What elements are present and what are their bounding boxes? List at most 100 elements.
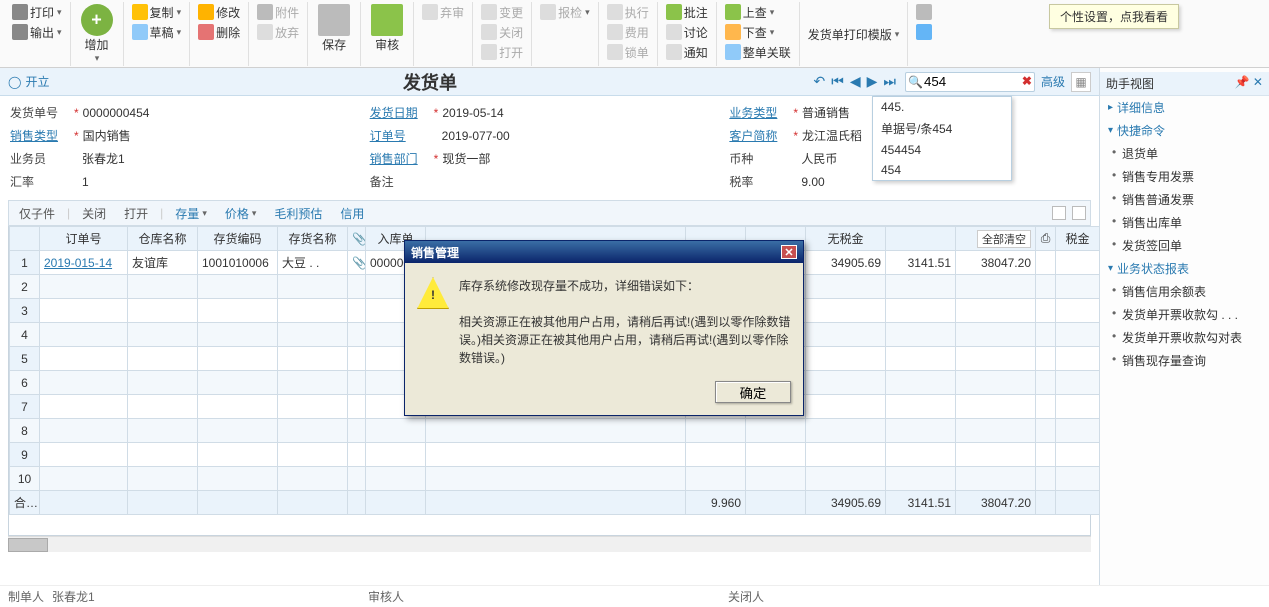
submit-icon [540, 4, 556, 20]
biz-label[interactable]: 业务类型 [729, 104, 789, 121]
panel-item[interactable]: 发货单开票收款勾对表 [1100, 326, 1269, 349]
status-badge: ◯ 开立 [8, 73, 49, 90]
discuss-button[interactable]: 讨论 [662, 23, 712, 42]
audit-button[interactable]: 审核 [365, 2, 409, 55]
table-row[interactable]: 8 [10, 419, 1100, 443]
suggestion-item[interactable]: 454454 [873, 140, 1011, 160]
saletype-label[interactable]: 销售类型 [10, 127, 70, 144]
search-box: 🔍 ✖ [905, 72, 1035, 92]
discard-button[interactable]: 放弃 [253, 23, 303, 42]
attach-button[interactable]: 附件 [253, 3, 303, 22]
refresh-button[interactable] [912, 23, 936, 41]
grid-tool-1[interactable] [1052, 206, 1066, 220]
panel-item[interactable]: 退货单 [1100, 142, 1269, 165]
panel-item[interactable]: 销售普通发票 [1100, 188, 1269, 211]
col-wh[interactable]: 仓库名称 [128, 227, 198, 251]
table-row[interactable]: 10 [10, 467, 1100, 491]
dialog-title: 销售管理 [411, 244, 459, 261]
col-name[interactable]: 存货名称 [278, 227, 348, 251]
change-button[interactable]: 变更 [477, 3, 527, 22]
relate-button[interactable]: 整单关联 [721, 43, 795, 62]
up-button[interactable]: 上查▾ [721, 3, 779, 22]
suggestion-item[interactable]: 445. [873, 97, 1011, 117]
advanced-link[interactable]: 高级 [1041, 73, 1065, 90]
col-rownum[interactable] [10, 227, 40, 251]
exec-button[interactable]: 执行 [603, 3, 653, 22]
print-button[interactable]: 打印▾ [8, 3, 66, 22]
col-net[interactable]: 无税金 [806, 227, 886, 251]
section-detail[interactable]: 详细信息 [1100, 96, 1269, 119]
clear-all-button[interactable]: 全部清空 [977, 230, 1031, 248]
search-input[interactable] [905, 72, 1035, 92]
notify-button[interactable]: 通知 [662, 43, 712, 62]
prev-button[interactable]: ◀ [847, 73, 864, 90]
col-order[interactable]: 订单号 [40, 227, 128, 251]
clear-search-button[interactable]: ✖ [1022, 74, 1032, 88]
copy-button[interactable]: 复制▾ [128, 3, 186, 22]
down-button[interactable]: 下查▾ [721, 23, 779, 42]
cust-label[interactable]: 客户简称 [729, 127, 789, 144]
col-code[interactable]: 存货编码 [198, 227, 278, 251]
pin-icon[interactable]: 📌 ✕ [1235, 75, 1263, 92]
curr-value: 人民币 [801, 150, 837, 167]
delete-button[interactable]: 删除 [194, 23, 244, 42]
table-row[interactable]: 9 [10, 443, 1100, 467]
submit-button[interactable]: 报检▾ [536, 3, 594, 22]
edit-button[interactable]: 修改 [194, 3, 244, 22]
section-quick[interactable]: 快捷命令 [1100, 119, 1269, 142]
col-attach[interactable]: 📎 [348, 227, 366, 251]
dept-label[interactable]: 销售部门 [370, 150, 430, 167]
relate-icon [725, 44, 741, 60]
suggestion-item[interactable]: 单据号/条454 [873, 117, 1011, 140]
col-total[interactable]: 全部清空 [956, 227, 1036, 251]
panel-item[interactable]: 销售出库单 [1100, 211, 1269, 234]
next-button[interactable]: ▶ [864, 73, 881, 90]
abandon-button[interactable]: 弃审 [418, 3, 468, 22]
save-button[interactable]: 保存 [312, 2, 356, 55]
open-button[interactable]: 打开 [477, 43, 527, 62]
approve-button[interactable]: 批注 [662, 3, 712, 22]
grid-close-button[interactable]: 关闭 [76, 203, 112, 224]
grid-tool-2[interactable] [1072, 206, 1086, 220]
section-report[interactable]: 业务状态报表 [1100, 257, 1269, 280]
horizontal-scrollbar[interactable] [8, 536, 1091, 552]
panel-item[interactable]: 发货单开票收款勾 . . . [1100, 303, 1269, 326]
panel-item[interactable]: 销售专用发票 [1100, 165, 1269, 188]
dialog-message: 库存系统修改现存量不成功，详细错误如下： 相关资源正在被其他用户占用，请稍后再试… [459, 277, 791, 367]
close-icon [481, 24, 497, 40]
attach-icon [257, 4, 273, 20]
order-label[interactable]: 订单号 [370, 127, 430, 144]
credit-button[interactable]: 信用 [334, 203, 370, 224]
settings-button[interactable] [912, 3, 936, 21]
undo-button[interactable]: ↶ [810, 73, 828, 90]
col-tax[interactable]: 税金 [1056, 227, 1100, 251]
panel-item[interactable]: 销售信用余额表 [1100, 280, 1269, 303]
lock-button[interactable]: 锁单 [603, 43, 653, 62]
first-button[interactable]: ⏮ [828, 73, 847, 90]
suggestion-item[interactable]: 454 [873, 160, 1011, 180]
col-z[interactable]: ⎙ [1036, 227, 1056, 251]
output-button[interactable]: 输出▾ [8, 23, 66, 42]
calendar-button[interactable]: ▦ [1071, 72, 1091, 92]
ok-button[interactable]: 确定 [715, 381, 791, 403]
template-select[interactable]: 发货单打印模版▾ [804, 25, 904, 44]
price-button[interactable]: 价格 ▾ [219, 203, 263, 224]
dialog-close-button[interactable]: ✕ [781, 245, 797, 259]
up-icon [725, 4, 741, 20]
grid-open-button[interactable]: 打开 [118, 203, 154, 224]
gross-button[interactable]: 毛利预估 [268, 203, 328, 224]
close-button[interactable]: 关闭 [477, 23, 527, 42]
only-child-button[interactable]: 仅子件 [13, 203, 61, 224]
date-label[interactable]: 发货日期 [370, 104, 430, 121]
stock-button[interactable]: 存量 ▾ [169, 203, 213, 224]
cost-button[interactable]: 费用 [603, 23, 653, 42]
add-button[interactable]: 增加▾ [75, 2, 119, 66]
grid-toolbar: 仅子件 | 关闭 打开 | 存量 ▾ 价格 ▾ 毛利预估 信用 [8, 200, 1091, 226]
panel-item[interactable]: 发货签回单 [1100, 234, 1269, 257]
draft-button[interactable]: 草稿▾ [128, 23, 186, 42]
maker-value: 张春龙1 [52, 588, 95, 605]
panel-item[interactable]: 销售现存量查询 [1100, 349, 1269, 372]
scroll-thumb[interactable] [8, 538, 48, 552]
col-y[interactable] [886, 227, 956, 251]
last-button[interactable]: ⏭ [880, 73, 899, 90]
